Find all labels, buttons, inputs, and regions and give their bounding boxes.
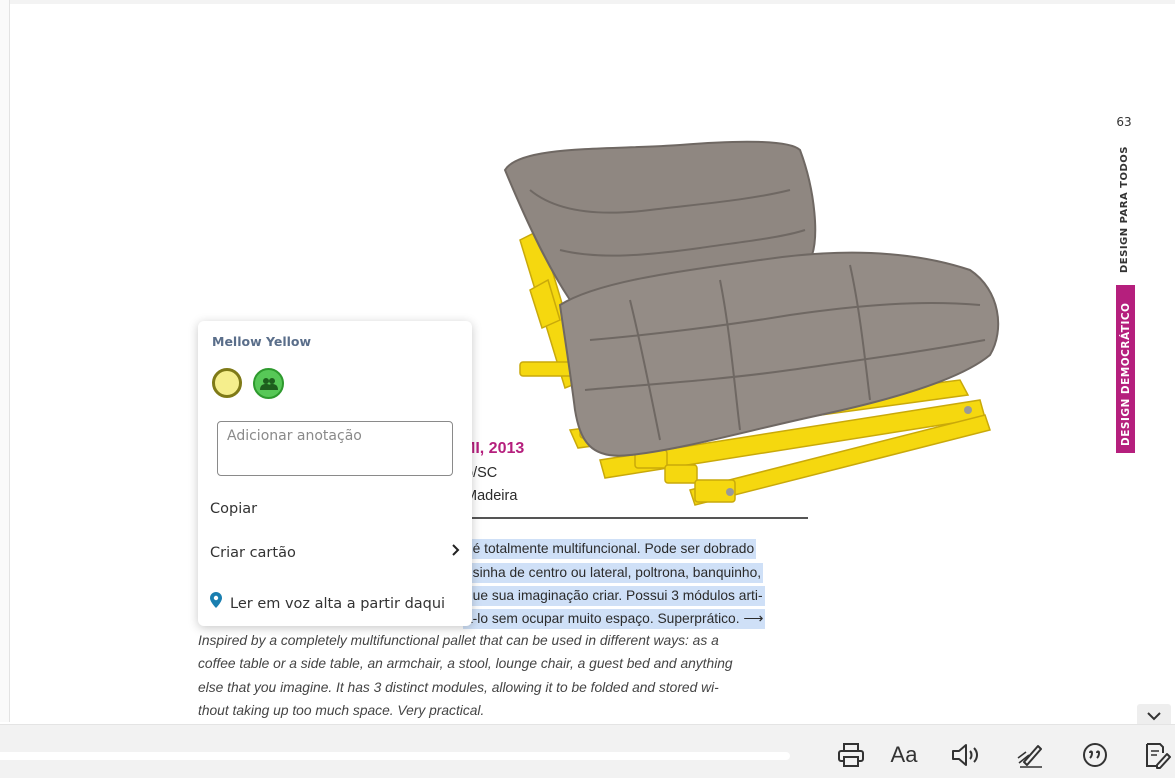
copy-label: Copiar xyxy=(210,501,258,517)
section-label: DESIGN PARA TODOS xyxy=(1119,145,1130,273)
annotation-popup: Mellow Yellow Copiar Criar cartão Ler em… xyxy=(198,321,472,626)
read-aloud-button[interactable] xyxy=(948,737,984,773)
annotation-input[interactable] xyxy=(217,421,453,476)
english-text-line: else that you imagine. It has 3 distinct… xyxy=(198,680,719,695)
selected-text-line[interactable]: , é totalmente multifuncional. Pode ser … xyxy=(463,539,757,559)
feedback-icon xyxy=(1083,743,1107,767)
share-group-icon[interactable] xyxy=(253,368,284,399)
chevron-right-icon xyxy=(451,535,460,571)
create-card-label: Criar cartão xyxy=(210,545,296,561)
selected-text-line[interactable]: que sua imaginação criar. Possui 3 módul… xyxy=(463,586,765,606)
create-card-button[interactable]: Criar cartão xyxy=(198,535,472,571)
page-number: 63 xyxy=(1116,115,1132,129)
chevron-down-icon xyxy=(1147,711,1161,720)
article-material: Madeira xyxy=(465,488,518,504)
reader-page: 63 DESIGN PARA TODOS DESIGN DEMOCRÁTICO xyxy=(0,0,1175,778)
english-text-line: thout taking up too much space. Very pra… xyxy=(198,703,485,718)
top-strip xyxy=(0,0,1175,4)
chair-illustration xyxy=(503,140,1000,506)
yellow-highlight-swatch[interactable] xyxy=(212,368,242,398)
print-button[interactable] xyxy=(833,737,869,773)
highlight-color-name: Mellow Yellow xyxy=(212,334,312,349)
english-text-line: Inspired by a completely multifunctional… xyxy=(198,633,719,648)
read-aloud-label: Ler em voz alta a partir daqui xyxy=(230,596,446,612)
copy-button[interactable]: Copiar xyxy=(198,491,472,527)
notes-icon xyxy=(1146,743,1171,769)
chapter-label: DESIGN DEMOCRÁTICO xyxy=(1120,302,1132,447)
selected-text-line[interactable]: á-lo sem ocupar muito espaço. Superpráti… xyxy=(463,609,766,629)
read-aloud-icon xyxy=(952,744,978,766)
notes-button[interactable] xyxy=(1139,737,1175,773)
people-icon xyxy=(259,377,278,390)
reading-progress-bar[interactable] xyxy=(0,752,790,760)
print-icon xyxy=(838,743,864,767)
text-size-button[interactable]: Aa xyxy=(886,737,922,773)
left-page-edge xyxy=(0,0,10,722)
selected-text-line[interactable]: esinha de centro ou lateral, poltrona, b… xyxy=(463,563,764,583)
read-aloud-from-here-button[interactable]: Ler em voz alta a partir daqui xyxy=(198,586,472,622)
feedback-button[interactable] xyxy=(1077,737,1113,773)
draw-button[interactable] xyxy=(1012,737,1048,773)
text-size-icon: Aa xyxy=(890,742,918,767)
location-pin-icon xyxy=(210,586,222,622)
draw-icon xyxy=(1017,745,1042,768)
reader-toolbar: Aa xyxy=(0,724,1175,778)
english-text-line: coffee table or a side table, an armchai… xyxy=(198,656,733,671)
